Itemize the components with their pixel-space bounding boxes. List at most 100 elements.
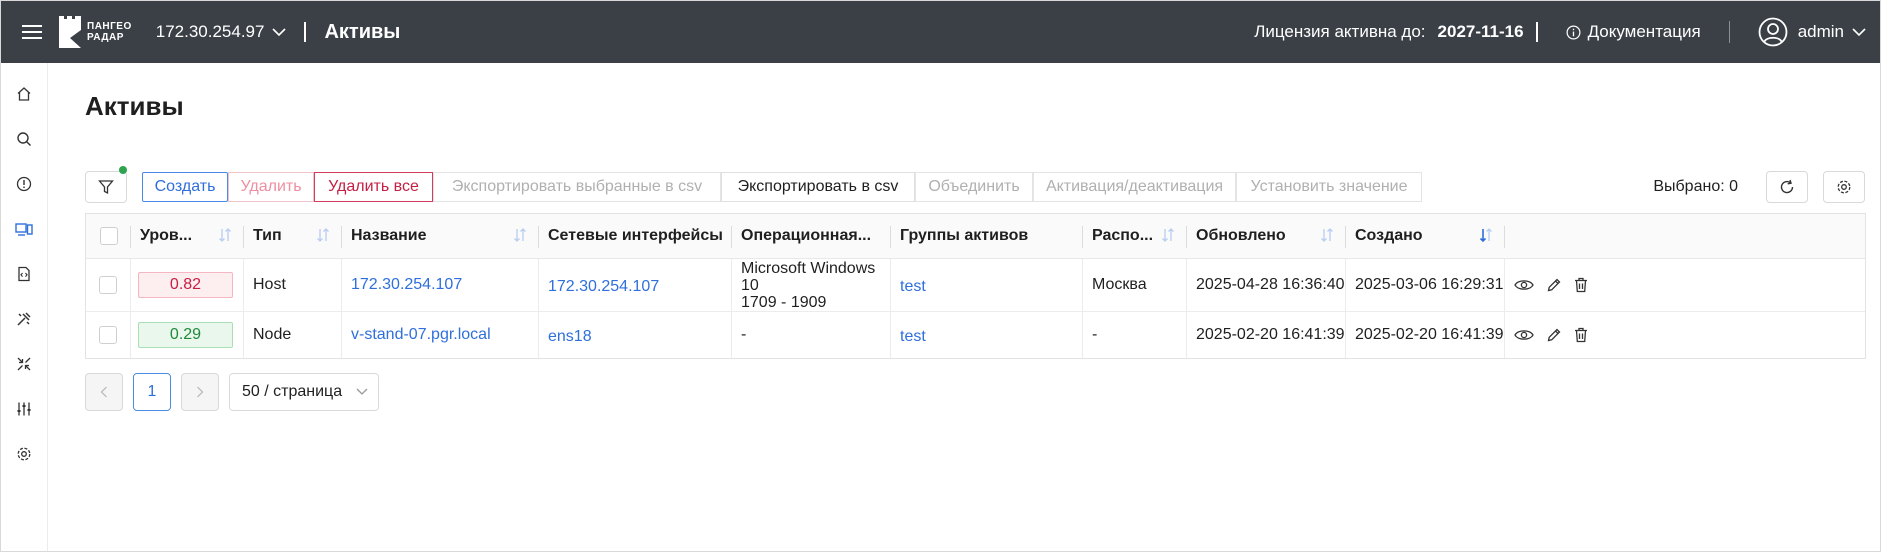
page-size-select[interactable]: 50 / страница xyxy=(229,373,379,411)
created-cell: 2025-02-20 16:41:39 xyxy=(1346,312,1505,358)
col-updated-label: Обновлено xyxy=(1196,227,1286,244)
sidebar xyxy=(1,63,48,551)
activation-button[interactable]: Активация/деактивация xyxy=(1033,172,1236,202)
os-cell: - xyxy=(732,312,891,358)
view-icon[interactable] xyxy=(1514,328,1534,342)
table-row[interactable]: 0.29 Node v-stand-07.pgr.local ens18 - t… xyxy=(86,312,1865,358)
chevron-down-icon xyxy=(356,388,368,395)
interface-link[interactable]: ens18 xyxy=(548,328,592,346)
table-settings-button[interactable] xyxy=(1823,171,1865,203)
menu-icon[interactable] xyxy=(1,1,63,63)
header-page-title: Активы xyxy=(324,20,401,43)
col-name-label: Название xyxy=(351,227,427,244)
type-cell: Host xyxy=(244,259,342,311)
page-size-value: 50 / страница xyxy=(242,383,343,400)
actions-cell xyxy=(1505,259,1620,311)
asset-name-link[interactable]: v-stand-07.pgr.local xyxy=(351,326,491,344)
assets-icon[interactable] xyxy=(10,215,38,243)
gear-icon xyxy=(1837,180,1851,194)
chevron-right-icon xyxy=(197,386,204,398)
level-badge: 0.82 xyxy=(138,272,233,298)
col-type[interactable]: Тип xyxy=(244,214,342,258)
sort-desc-icon[interactable] xyxy=(1479,227,1493,243)
sliders-icon[interactable] xyxy=(10,395,38,423)
server-value: 172.30.254.97 xyxy=(155,22,265,41)
delete-all-button[interactable]: Удалить все xyxy=(314,172,433,202)
main-content: Активы Создать Удалить Удалить все Экспо… xyxy=(85,63,1880,551)
home-icon[interactable] xyxy=(10,80,38,108)
row-checkbox[interactable] xyxy=(99,326,117,344)
page-number-button[interactable]: 1 xyxy=(133,373,171,411)
view-icon[interactable] xyxy=(1514,278,1534,292)
asset-name-link[interactable]: 172.30.254.107 xyxy=(351,276,462,294)
level-cell: 0.82 xyxy=(131,259,244,311)
delete-button[interactable]: Удалить xyxy=(228,172,314,202)
divider xyxy=(1535,22,1538,42)
col-location[interactable]: Распо... xyxy=(1083,214,1187,258)
next-page-button[interactable] xyxy=(181,373,219,411)
sort-icon[interactable] xyxy=(513,227,527,243)
assets-table: Уров... Тип Название Сетевые интерфейсы xyxy=(85,213,1866,359)
col-os-label: Операционная... xyxy=(741,227,872,244)
documentation-link[interactable]: Документация xyxy=(1566,22,1701,42)
created-cell: 2025-03-06 16:29:31 xyxy=(1346,259,1505,311)
search-icon[interactable] xyxy=(10,125,38,153)
col-name[interactable]: Название xyxy=(342,214,539,258)
group-link[interactable]: test xyxy=(900,278,926,296)
settings-icon[interactable] xyxy=(10,440,38,468)
type-cell: Node xyxy=(244,312,342,358)
col-created[interactable]: Создано xyxy=(1346,214,1505,258)
logo-icon xyxy=(59,16,81,48)
col-updated[interactable]: Обновлено xyxy=(1187,214,1346,258)
info-circle-icon xyxy=(1566,25,1581,39)
delete-icon[interactable] xyxy=(1574,277,1588,293)
license-date: 2027-11-16 xyxy=(1437,22,1524,41)
logo[interactable]: ПАНГЕО РАДАР xyxy=(57,14,132,50)
table-row[interactable]: 0.82 Host 172.30.254.107 172.30.254.107 … xyxy=(86,259,1865,312)
export-csv-button[interactable]: Экспортировать в csv xyxy=(721,172,915,202)
set-value-button[interactable]: Установить значение xyxy=(1236,172,1422,202)
server-select[interactable]: 172.30.254.97 xyxy=(156,22,287,42)
row-select-cell xyxy=(86,259,131,311)
col-groups: Группы активов xyxy=(891,214,1083,258)
level-badge: 0.29 xyxy=(138,322,233,348)
col-type-label: Тип xyxy=(253,227,282,244)
user-menu[interactable]: admin xyxy=(1758,17,1866,47)
col-level[interactable]: Уров... xyxy=(131,214,244,258)
updated-cell: 2025-02-20 16:41:39 xyxy=(1187,312,1346,358)
actions-cell xyxy=(1505,312,1620,358)
edit-icon[interactable] xyxy=(1546,327,1562,343)
export-selected-button[interactable]: Экспортировать выбранные в csv xyxy=(433,172,721,202)
merge-button[interactable]: Объединить xyxy=(915,172,1033,202)
group-link[interactable]: test xyxy=(900,328,926,346)
create-button[interactable]: Создать xyxy=(142,172,228,202)
selected-count: Выбрано: 0 xyxy=(1653,178,1738,195)
edit-icon[interactable] xyxy=(1546,277,1562,293)
toolbar: Создать Удалить Удалить все Экспортирова… xyxy=(85,166,1866,203)
sort-icon[interactable] xyxy=(218,227,232,243)
refresh-button[interactable] xyxy=(1766,171,1808,203)
divider xyxy=(1728,21,1730,43)
prev-page-button[interactable] xyxy=(85,373,123,411)
license-label: Лицензия активна до: xyxy=(1254,22,1426,41)
collapse-icon[interactable] xyxy=(10,350,38,378)
code-file-icon[interactable] xyxy=(10,260,38,288)
user-name: admin xyxy=(1797,22,1844,41)
os-line1: - xyxy=(741,326,747,343)
chevron-down-icon xyxy=(272,27,287,36)
delete-icon[interactable] xyxy=(1574,327,1588,343)
info-icon[interactable] xyxy=(10,170,38,198)
filter-button[interactable] xyxy=(85,166,127,203)
tools-icon[interactable] xyxy=(10,305,38,333)
level-cell: 0.29 xyxy=(131,312,244,358)
select-all-checkbox[interactable] xyxy=(99,227,118,245)
row-checkbox[interactable] xyxy=(99,276,117,294)
sort-icon[interactable] xyxy=(316,227,330,243)
interface-link[interactable]: 172.30.254.107 xyxy=(548,278,659,296)
documentation-label: Документация xyxy=(1587,22,1701,41)
col-interfaces: Сетевые интерфейсы xyxy=(539,214,732,258)
sort-icon[interactable] xyxy=(1161,227,1175,243)
sort-icon[interactable] xyxy=(1320,227,1334,243)
row-select-cell xyxy=(86,312,131,358)
user-avatar-icon xyxy=(1758,17,1788,47)
